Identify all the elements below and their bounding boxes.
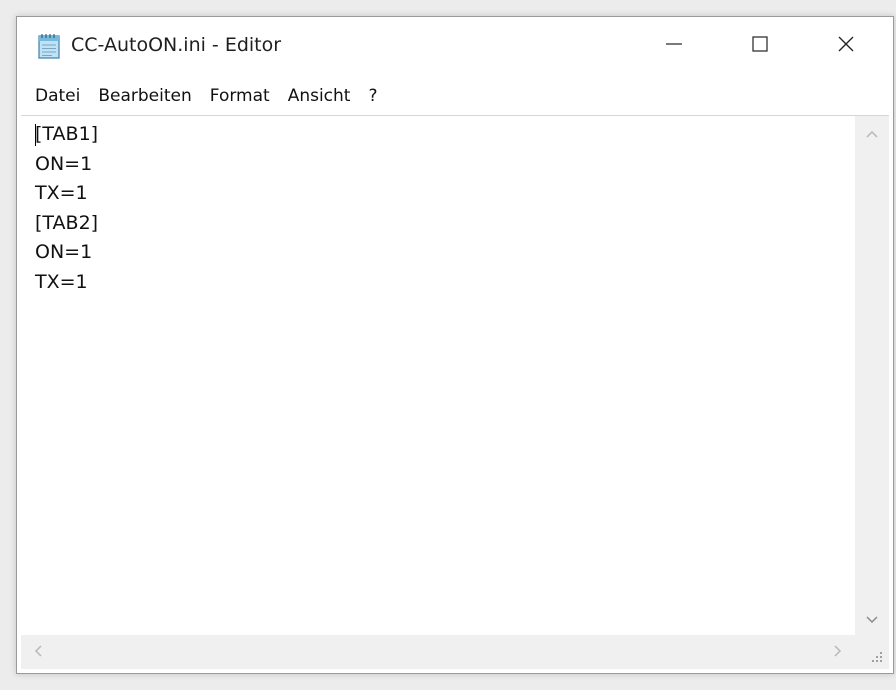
horizontal-scrollbar[interactable] (21, 635, 855, 669)
menu-bar: Datei Bearbeiten Format Ansicht ? (17, 79, 893, 113)
minimize-icon (664, 34, 684, 58)
scroll-up-arrow[interactable] (855, 116, 889, 150)
chevron-left-icon (33, 643, 43, 662)
window-title: CC-AutoON.ini - Editor (71, 34, 282, 56)
close-button[interactable] (811, 17, 881, 75)
editor-text[interactable]: [TAB1] ON=1 TX=1 [TAB2] ON=1 TX=1 (35, 120, 98, 297)
editor-window: CC-AutoON.ini - Editor Datei Bearbeiten … (16, 16, 894, 674)
menu-format[interactable]: Format (204, 82, 276, 110)
vertical-scrollbar[interactable] (855, 116, 889, 636)
chevron-up-icon (865, 124, 879, 143)
menu-datei[interactable]: Datei (29, 82, 86, 110)
notepad-icon (37, 33, 61, 59)
text-editor[interactable]: [TAB1] ON=1 TX=1 [TAB2] ON=1 TX=1 (21, 115, 889, 669)
text-caret (35, 124, 36, 146)
menu-bearbeiten[interactable]: Bearbeiten (92, 82, 197, 110)
resize-grip-icon (855, 652, 889, 673)
scroll-left-arrow[interactable] (21, 635, 55, 669)
close-icon (836, 34, 856, 58)
scroll-down-arrow[interactable] (855, 602, 889, 636)
maximize-button[interactable] (725, 17, 795, 75)
minimize-button[interactable] (639, 17, 709, 75)
menu-help[interactable]: ? (362, 82, 383, 110)
chevron-right-icon (833, 643, 843, 662)
menu-ansicht[interactable]: Ansicht (282, 82, 357, 110)
scroll-right-arrow[interactable] (821, 635, 855, 669)
maximize-icon (750, 34, 770, 58)
title-bar[interactable]: CC-AutoON.ini - Editor (17, 17, 893, 75)
chevron-down-icon (865, 610, 879, 629)
resize-grip[interactable] (855, 635, 889, 669)
